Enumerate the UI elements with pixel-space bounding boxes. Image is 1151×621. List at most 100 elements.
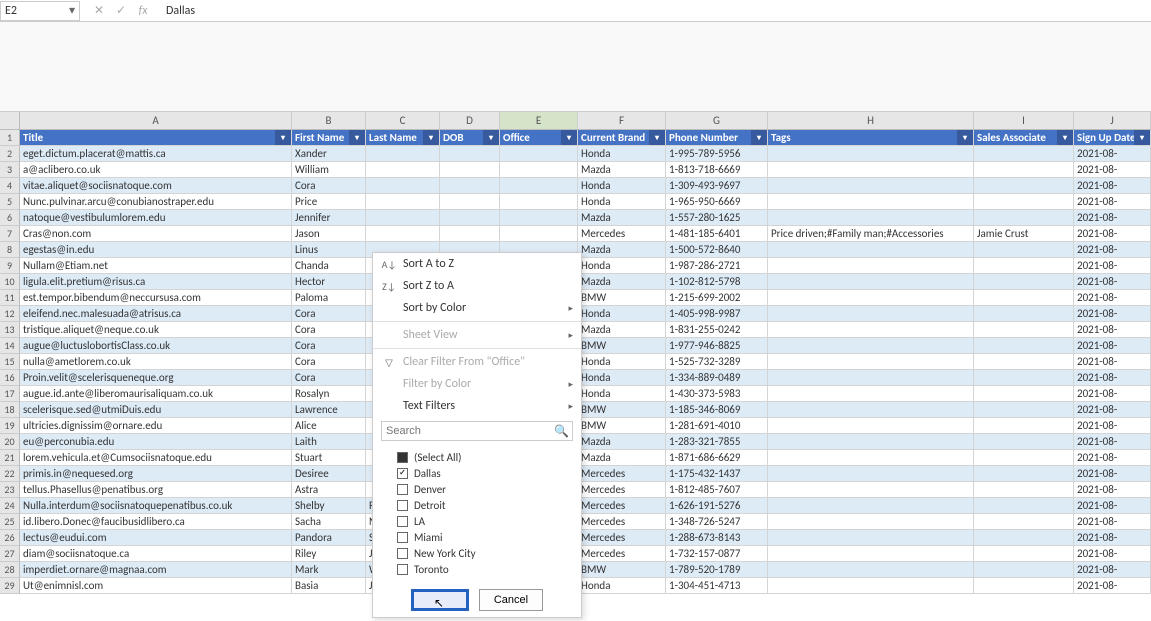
formula-bar-value[interactable]: Dallas [158, 2, 1151, 20]
cell[interactable]: nulla@ametlorem.co.uk [20, 354, 292, 370]
cell[interactable]: Nulla.interdum@sociisnatoquepenatibus.co… [20, 498, 292, 514]
row-header[interactable]: 9 [0, 258, 20, 274]
cell[interactable] [500, 210, 578, 226]
cell[interactable]: 1-525-732-3289 [666, 354, 768, 370]
row-header[interactable]: 27 [0, 546, 20, 562]
cell[interactable]: Mazda [578, 210, 666, 226]
column-header-G[interactable]: G [666, 112, 768, 129]
cell[interactable] [768, 434, 974, 450]
sort-a-to-z[interactable]: A↓ Sort A to Z [373, 253, 581, 275]
cell[interactable] [974, 242, 1074, 258]
cell[interactable]: Mazda [578, 274, 666, 290]
row-header[interactable]: 6 [0, 210, 20, 226]
cell[interactable] [440, 194, 500, 210]
cell[interactable] [974, 546, 1074, 562]
cell[interactable]: 2021-08- [1074, 258, 1151, 274]
cell[interactable]: Linus [292, 242, 366, 258]
cell[interactable] [440, 178, 500, 194]
row-header[interactable]: 4 [0, 178, 20, 194]
cell[interactable]: BMW [578, 562, 666, 578]
cell[interactable]: Proin.velit@scelerisqueneque.org [20, 370, 292, 386]
cell[interactable] [974, 450, 1074, 466]
filter-item-la[interactable]: LA [385, 513, 569, 529]
row-header[interactable]: 13 [0, 322, 20, 338]
cell[interactable]: 2021-08- [1074, 242, 1151, 258]
cell[interactable]: Honda [578, 258, 666, 274]
cell[interactable] [768, 306, 974, 322]
cell[interactable]: augue.id.ante@liberomaurisaliquam.co.uk [20, 386, 292, 402]
cell[interactable]: 1-812-485-7607 [666, 482, 768, 498]
cell[interactable] [768, 210, 974, 226]
cell[interactable]: Price driven;#Family man;#Accessories [768, 226, 974, 242]
filter-dropdown-icon[interactable]: ▾ [751, 130, 767, 146]
filter-dropdown-icon[interactable]: ▾ [649, 130, 665, 146]
cell[interactable]: Cora [292, 178, 366, 194]
cell[interactable]: Honda [578, 306, 666, 322]
cell[interactable] [768, 322, 974, 338]
row-header[interactable]: 10 [0, 274, 20, 290]
cell[interactable]: Honda [578, 370, 666, 386]
cell[interactable]: 2021-08- [1074, 562, 1151, 578]
cell[interactable]: Cras@non.com [20, 226, 292, 242]
cell[interactable] [440, 162, 500, 178]
cell[interactable]: 2021-08- [1074, 434, 1151, 450]
cell[interactable] [974, 322, 1074, 338]
cell[interactable]: 1-283-321-7855 [666, 434, 768, 450]
cell[interactable]: Mercedes [578, 546, 666, 562]
row-header[interactable]: 26 [0, 530, 20, 546]
filter-dropdown-icon[interactable]: ▾ [483, 130, 499, 146]
cell[interactable] [768, 514, 974, 530]
cancel-button[interactable]: Cancel [479, 589, 543, 611]
cell[interactable]: Mercedes [578, 466, 666, 482]
cell[interactable]: Mazda [578, 242, 666, 258]
cell[interactable]: Hector [292, 274, 366, 290]
cell[interactable]: 2021-08- [1074, 498, 1151, 514]
cell[interactable]: Pandora [292, 530, 366, 546]
cell[interactable]: 2021-08- [1074, 354, 1151, 370]
cell[interactable]: Cora [292, 338, 366, 354]
cell[interactable]: BMW [578, 290, 666, 306]
cell[interactable]: Astra [292, 482, 366, 498]
cell[interactable]: Chanda [292, 258, 366, 274]
cell[interactable]: Shelby [292, 498, 366, 514]
filter-dropdown-icon[interactable]: ▾ [1057, 130, 1073, 146]
row-header[interactable]: 29 [0, 578, 20, 594]
cell[interactable]: Ut@enimnisl.com [20, 578, 292, 594]
row-header[interactable]: 20 [0, 434, 20, 450]
cell[interactable]: diam@sociisnatoque.ca [20, 546, 292, 562]
cell[interactable]: scelerisque.sed@utmiDuis.edu [20, 402, 292, 418]
cell[interactable]: vitae.aliquet@sociisnatoque.com [20, 178, 292, 194]
cell[interactable] [768, 578, 974, 594]
cell[interactable] [366, 162, 440, 178]
cell[interactable]: 1-995-789-5956 [666, 146, 768, 162]
cell[interactable]: BMW [578, 418, 666, 434]
cell[interactable] [974, 578, 1074, 594]
column-header-J[interactable]: J [1074, 112, 1151, 129]
column-header-B[interactable]: B [292, 112, 366, 129]
cell[interactable]: Mazda [578, 434, 666, 450]
cell[interactable]: 2021-08- [1074, 514, 1151, 530]
cell[interactable]: 2021-08- [1074, 210, 1151, 226]
cell[interactable]: Alice [292, 418, 366, 434]
cell[interactable]: Cora [292, 306, 366, 322]
cell[interactable]: Riley [292, 546, 366, 562]
cell[interactable]: Mercedes [578, 226, 666, 242]
cell[interactable]: Mercedes [578, 514, 666, 530]
cell[interactable] [974, 402, 1074, 418]
cell[interactable]: 1-626-191-5276 [666, 498, 768, 514]
cell[interactable]: 1-185-346-8069 [666, 402, 768, 418]
cell[interactable]: 1-965-950-6669 [666, 194, 768, 210]
row-header[interactable]: 17 [0, 386, 20, 402]
cell[interactable] [768, 178, 974, 194]
cell[interactable]: Xander [292, 146, 366, 162]
row-header[interactable]: 12 [0, 306, 20, 322]
row-header[interactable]: 1 [0, 130, 20, 146]
cell[interactable]: Cora [292, 370, 366, 386]
cell[interactable] [974, 338, 1074, 354]
column-header-A[interactable]: A [20, 112, 292, 129]
cell[interactable]: Paloma [292, 290, 366, 306]
row-header[interactable]: 22 [0, 466, 20, 482]
row-header[interactable]: 18 [0, 402, 20, 418]
cell[interactable]: Jennifer [292, 210, 366, 226]
cell[interactable] [974, 290, 1074, 306]
